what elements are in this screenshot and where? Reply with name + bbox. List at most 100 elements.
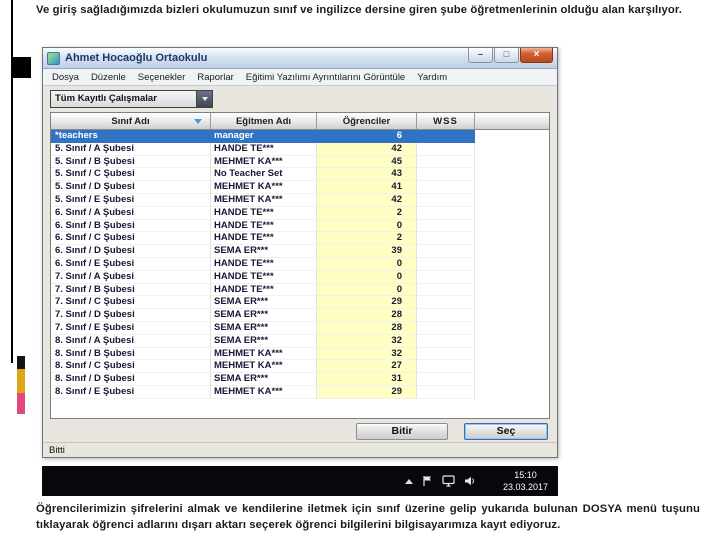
cell-class-name: 8. Sınıf / C Şubesi — [51, 360, 211, 374]
cell-student-count: 0 — [317, 257, 417, 271]
cell-class-name: 8. Sınıf / B Şubesi — [51, 347, 211, 361]
table-row[interactable]: 7. Sınıf / C Şubesi SEMA ER*** 29 — [51, 296, 549, 310]
column-header-sinif-adi[interactable]: Sınıf Adı — [51, 113, 211, 130]
minimize-icon[interactable]: – — [468, 48, 493, 63]
cell-class-name: 7. Sınıf / D Şubesi — [51, 309, 211, 322]
combo-dropdown-button[interactable] — [196, 91, 212, 107]
cell-teacher-name: MEHMET KA*** — [211, 360, 317, 374]
menu-item-yardim[interactable]: Yardım — [411, 72, 453, 83]
cell-teacher-name: MEHMET KA*** — [211, 181, 317, 194]
table-row[interactable]: 6. Sınıf / B Şubesi HANDE TE*** 0 — [51, 219, 549, 233]
cell-student-count: 28 — [317, 309, 417, 322]
cell-wss — [417, 130, 475, 143]
cell-filler — [475, 335, 549, 348]
table-row[interactable]: 8. Sınıf / C Şubesi MEHMET KA*** 27 — [51, 360, 549, 374]
maximize-icon[interactable]: □ — [494, 48, 519, 63]
slide-bottom-paragraph: Öğrencilerimizin şifrelerini almak ve ke… — [36, 503, 700, 532]
cell-class-name: 6. Sınıf / B Şubesi — [51, 219, 211, 233]
table-row[interactable]: 7. Sınıf / D Şubesi SEMA ER*** 28 — [51, 309, 549, 322]
cell-teacher-name: SEMA ER*** — [211, 321, 317, 335]
cell-filler — [475, 271, 549, 284]
status-text: Bitti — [49, 444, 65, 456]
cell-class-name: 8. Sınıf / D Şubesi — [51, 373, 211, 386]
cell-wss — [417, 193, 475, 207]
column-header-egitmen-adi[interactable]: Eğitmen Adı — [211, 113, 317, 130]
button-row: Bitir Seç — [43, 421, 557, 441]
table-row[interactable]: 8. Sınıf / E Şubesi MEHMET KA*** 29 — [51, 385, 549, 399]
speaker-icon[interactable] — [464, 475, 476, 487]
select-button[interactable]: Seç — [464, 422, 548, 440]
records-filter-select[interactable]: Tüm Kayıtlı Çalışmalar — [50, 90, 213, 108]
finish-button[interactable]: Bitir — [356, 422, 448, 440]
column-header-label: Sınıf Adı — [111, 115, 150, 127]
table-row[interactable]: 8. Sınıf / A Şubesi SEMA ER*** 32 — [51, 334, 549, 348]
table-row[interactable]: 6. Sınıf / A Şubesi HANDE TE*** 2 — [51, 206, 549, 220]
cell-wss — [417, 232, 475, 246]
cell-teacher-name: No Teacher Set — [211, 168, 317, 182]
window-title: Ahmet Hocaoğlu Ortaokulu — [65, 52, 208, 64]
cell-filler — [475, 348, 549, 361]
app-window: Ahmet Hocaoğlu Ortaokulu – □ × Dosya Düz… — [42, 47, 558, 458]
class-table-body: *teachers manager 6 5. Sınıf / A Şubesi HAND… — [51, 130, 549, 399]
table-row[interactable]: 5. Sınıf / D Şubesi MEHMET KA*** 41 — [51, 181, 549, 194]
cell-class-name: 6. Sınıf / C Şubesi — [51, 232, 211, 246]
slide-top-paragraph: Ve giriş sağladığımızda bizleri okulumuz… — [36, 4, 683, 16]
table-row[interactable]: 6. Sınıf / E Şubesi HANDE TE*** 0 — [51, 257, 549, 271]
cell-student-count: 42 — [317, 142, 417, 156]
cell-wss — [417, 168, 475, 182]
cell-teacher-name: HANDE TE*** — [211, 219, 317, 233]
class-table-header: Sınıf Adı Eğitmen Adı Öğrenciler WSS — [51, 113, 549, 130]
cell-filler — [475, 322, 549, 335]
chevron-down-icon — [201, 97, 208, 101]
table-row[interactable]: 8. Sınıf / D Şubesi SEMA ER*** 31 — [51, 373, 549, 386]
monitor-icon[interactable] — [442, 475, 455, 487]
menu-item-duzenle[interactable]: Düzenle — [85, 72, 132, 83]
cell-class-name: 5. Sınıf / E Şubesi — [51, 193, 211, 207]
cell-student-count: 2 — [317, 232, 417, 246]
cell-filler — [475, 284, 549, 297]
accent-bar-yellow — [17, 369, 25, 393]
chevron-up-icon[interactable] — [404, 478, 413, 484]
cell-wss — [417, 283, 475, 297]
table-row[interactable]: 5. Sınıf / C Şubesi No Teacher Set 43 — [51, 168, 549, 182]
cell-student-count: 32 — [317, 347, 417, 361]
table-row[interactable]: *teachers manager 6 — [51, 130, 549, 143]
table-row[interactable]: 6. Sınıf / C Şubesi HANDE TE*** 2 — [51, 232, 549, 246]
menu-item-secenekler[interactable]: Seçenekler — [132, 72, 192, 83]
clock-date: 23.03.2017 — [502, 482, 548, 492]
cell-filler — [475, 386, 549, 399]
cell-wss — [417, 270, 475, 284]
cell-class-name: 5. Sınıf / D Şubesi — [51, 181, 211, 194]
cell-filler — [475, 181, 549, 194]
table-row[interactable]: 5. Sınıf / B Şubesi MEHMET KA*** 45 — [51, 155, 549, 169]
column-header-wss[interactable]: WSS — [417, 113, 475, 130]
cell-teacher-name: SEMA ER*** — [211, 309, 317, 322]
table-row[interactable]: 8. Sınıf / B Şubesi MEHMET KA*** 32 — [51, 347, 549, 361]
cell-filler — [475, 130, 549, 143]
table-row[interactable]: 5. Sınıf / A Şubesi HANDE TE*** 42 — [51, 142, 549, 156]
cell-filler — [475, 194, 549, 207]
table-row[interactable]: 7. Sınıf / A Şubesi HANDE TE*** 0 — [51, 270, 549, 284]
column-header-ogrenciler[interactable]: Öğrenciler — [317, 113, 417, 130]
menu-item-egitim-yazilimi[interactable]: Eğitimi Yazılımı Ayrıntılarını Görüntüle — [240, 72, 411, 83]
table-row[interactable]: 7. Sınıf / E Şubesi SEMA ER*** 28 — [51, 321, 549, 335]
table-row[interactable]: 5. Sınıf / E Şubesi MEHMET KA*** 42 — [51, 193, 549, 207]
cell-wss — [417, 155, 475, 169]
menu-item-dosya[interactable]: Dosya — [46, 72, 85, 83]
flag-icon[interactable] — [422, 475, 433, 487]
app-logo-icon — [47, 51, 60, 65]
close-icon[interactable]: × — [520, 48, 553, 63]
accent-bar-black — [17, 356, 25, 369]
cell-filler — [475, 258, 549, 271]
cell-wss — [417, 257, 475, 271]
cell-teacher-name: HANDE TE*** — [211, 257, 317, 271]
window-titlebar[interactable]: Ahmet Hocaoğlu Ortaokulu – □ × — [43, 48, 557, 69]
menu-item-raporlar[interactable]: Raporlar — [191, 72, 239, 83]
taskbar-clock[interactable]: 15:10 23.03.2017 — [503, 469, 548, 493]
cell-teacher-name: SEMA ER*** — [211, 245, 317, 258]
table-row[interactable]: 6. Sınıf / D Şubesi SEMA ER*** 39 — [51, 245, 549, 258]
cell-filler — [475, 232, 549, 245]
table-row[interactable]: 7. Sınıf / B Şubesi HANDE TE*** 0 — [51, 283, 549, 297]
cell-filler — [475, 220, 549, 233]
left-vertical-rule — [11, 0, 13, 363]
